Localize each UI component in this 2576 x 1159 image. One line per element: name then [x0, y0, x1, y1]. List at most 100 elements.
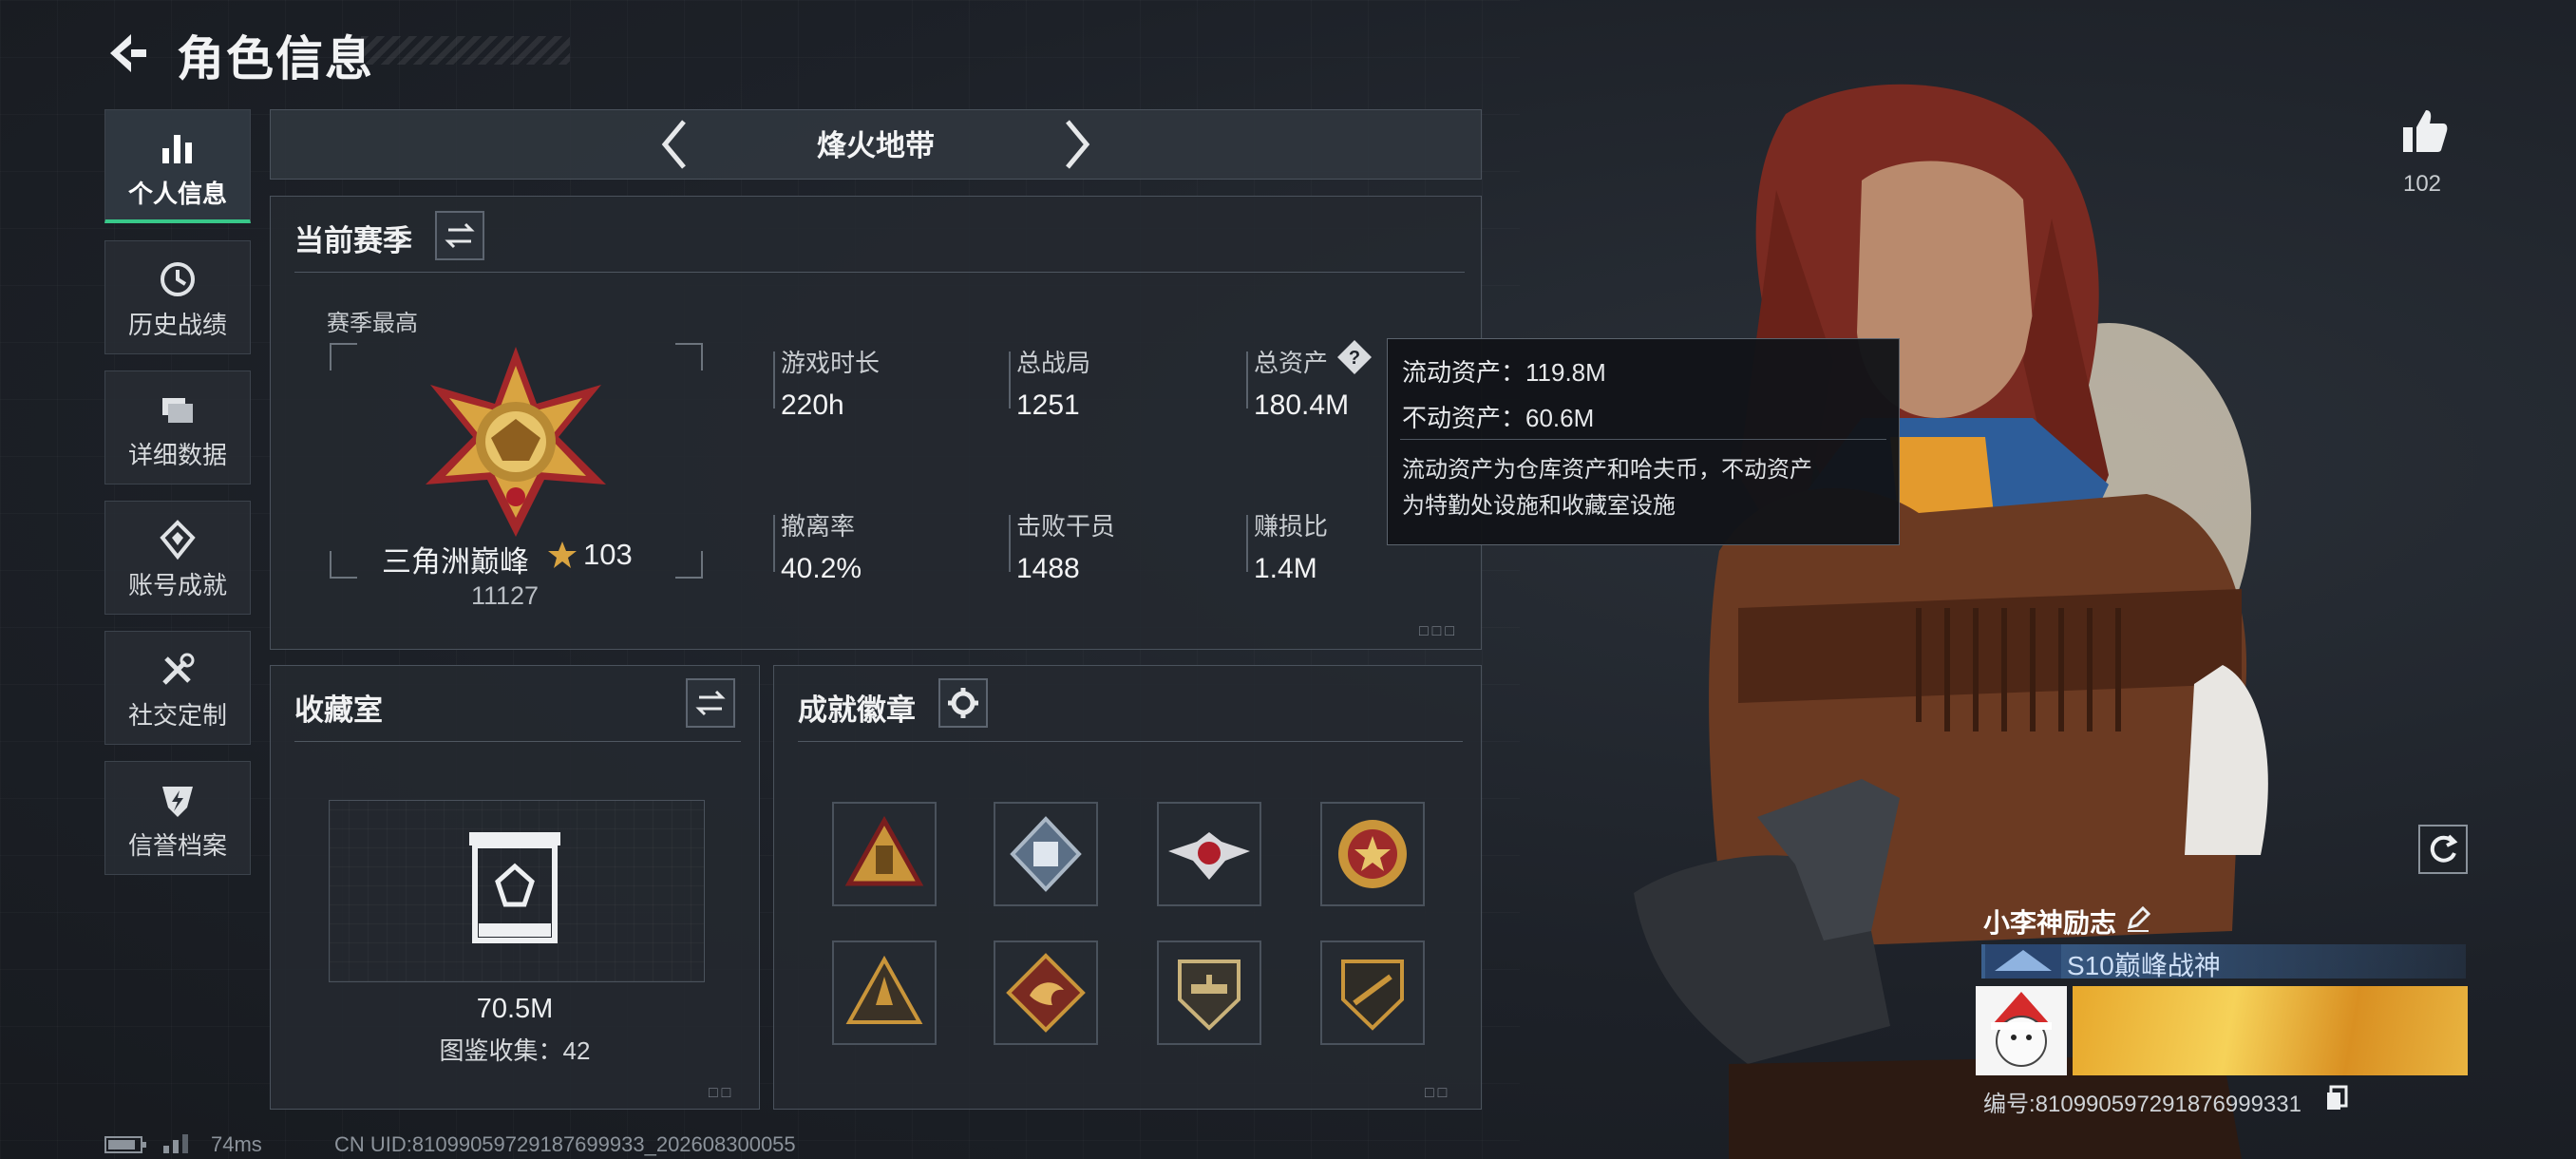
uid-text: CN UID:81099059729187699933_202608300055 — [334, 1132, 796, 1156]
divider — [294, 741, 741, 742]
stat-divider — [1246, 515, 1248, 572]
stat-value: 1251 — [1016, 390, 1080, 421]
signal-icon — [163, 1134, 188, 1153]
tooltip-description-line1: 流动资产为仓库资产和哈夫币，不动资产 — [1402, 457, 1812, 483]
stat-label: 撤离率 — [781, 512, 856, 541]
avatar[interactable] — [1976, 986, 2067, 1075]
tooltip-description-line2: 为特勤处设施和收藏室设施 — [1402, 493, 1676, 519]
title-badge-text: S10巅峰战神 — [2067, 951, 2221, 980]
stat-label: 赚损比 — [1254, 512, 1329, 541]
star-medal-badge-icon — [1338, 820, 1407, 888]
divider — [798, 741, 1463, 742]
achievement-badge[interactable] — [832, 940, 937, 1045]
bar-chart-icon — [162, 135, 192, 163]
sidebar-item-detailed-data[interactable]: 详细数据 — [104, 370, 251, 484]
title-emblem-icon — [1985, 944, 2061, 978]
tooltip-liquid-assets: 流动资产：119.8M — [1402, 358, 1606, 387]
stat-divider — [1246, 352, 1248, 408]
dragon-badge-icon — [1006, 953, 1086, 1033]
refresh-icon — [2430, 834, 2458, 863]
clock-history-icon — [161, 262, 195, 296]
gear-icon — [948, 688, 978, 718]
help-icon[interactable]: ? — [1335, 338, 1373, 376]
cube-badge-icon — [1010, 816, 1082, 892]
swap-icon — [695, 690, 726, 716]
season-panel-title: 当前赛季 — [294, 224, 412, 257]
avatar-santa-icon — [1991, 992, 2052, 1067]
mode-label: 烽火地带 — [817, 129, 935, 162]
achievement-badge[interactable] — [994, 940, 1098, 1045]
sidebar-item-label: 账号成就 — [127, 571, 227, 599]
rank-emblem-icon — [426, 347, 606, 537]
panel-corner-marks: □□ — [709, 1085, 735, 1101]
achievement-badge[interactable] — [1320, 802, 1425, 906]
winged-skull-badge-icon — [1168, 832, 1250, 880]
sidebar-item-personal-info[interactable]: 个人信息 — [104, 109, 251, 223]
achievement-badge[interactable] — [1320, 940, 1425, 1045]
sidebar-item-label: 详细数据 — [127, 441, 227, 469]
triangle-badge-icon — [844, 815, 924, 886]
stat-label: 击败干员 — [1016, 512, 1116, 541]
achievement-settings-button[interactable] — [938, 678, 988, 728]
sidebar-item-label: 社交定制 — [127, 701, 227, 730]
ping-indicator: 74ms — [211, 1132, 262, 1156]
player-name: 小李神励志 — [1983, 908, 2117, 938]
tooltip-fixed-assets: 不动资产：60.6M — [1402, 404, 1595, 432]
collection-panel-title: 收藏室 — [294, 694, 383, 727]
sidebar-item-social-custom[interactable]: 社交定制 — [104, 631, 251, 745]
season-switch-button[interactable] — [435, 211, 484, 260]
back-arrow-icon[interactable] — [103, 28, 152, 78]
sidebar-item-label: 历史战绩 — [127, 311, 227, 339]
stat-divider — [1009, 352, 1011, 408]
svg-text:?: ? — [1349, 348, 1360, 369]
tools-icon — [162, 653, 195, 685]
achievement-badge[interactable] — [1157, 802, 1261, 906]
achievement-panel-title: 成就徽章 — [798, 694, 916, 727]
achievement-badge[interactable] — [994, 802, 1098, 906]
diamond-badge-icon — [160, 520, 196, 560]
folder-icon — [162, 398, 193, 423]
collection-value: 70.5M — [476, 994, 554, 1024]
rocket-triangle-badge-icon — [845, 955, 923, 1024]
rank-stars: 103 — [583, 538, 633, 571]
panel-corner-marks: □□□ — [1419, 623, 1458, 639]
battery-icon — [104, 1136, 146, 1153]
rifle-shield-badge-icon — [1341, 960, 1404, 1031]
panel-corner-marks: □□ — [1425, 1085, 1451, 1101]
swap-icon — [445, 222, 475, 249]
stat-divider — [773, 515, 775, 572]
stat-label: 总资产 — [1254, 349, 1329, 377]
title-decoration — [361, 36, 570, 65]
stat-divider — [773, 352, 775, 408]
edit-icon[interactable] — [2124, 904, 2152, 933]
stat-value: 1.4M — [1254, 553, 1317, 584]
tooltip-divider — [1400, 439, 1886, 440]
vault-icon — [469, 832, 560, 943]
stat-label: 游戏时长 — [781, 349, 881, 377]
chevron-right-icon[interactable] — [1058, 116, 1096, 173]
helicopter-shield-badge-icon — [1178, 960, 1241, 1031]
profile-banner — [2073, 986, 2468, 1075]
sidebar-item-credit-file[interactable]: 信誉档案 — [104, 761, 251, 875]
achievement-badge[interactable] — [1157, 940, 1261, 1045]
stat-value: 1488 — [1016, 553, 1080, 584]
shield-bolt-icon — [162, 787, 193, 817]
refresh-button[interactable] — [2418, 825, 2468, 874]
stat-value: 180.4M — [1254, 390, 1350, 421]
thumbs-up-icon[interactable] — [2397, 104, 2451, 158]
stat-divider — [1009, 515, 1011, 572]
stat-value: 40.2% — [781, 553, 862, 584]
achievement-badge[interactable] — [832, 802, 937, 906]
collection-catalog-count: 图鉴收集：42 — [439, 1036, 591, 1065]
collection-switch-button[interactable] — [686, 678, 735, 728]
sidebar-item-label: 信誉档案 — [127, 831, 227, 860]
like-count: 102 — [2402, 171, 2442, 197]
sidebar-item-history[interactable]: 历史战绩 — [104, 240, 251, 354]
copy-icon[interactable] — [2325, 1085, 2348, 1112]
player-id: 编号:810990597291876999331 — [1983, 1092, 2301, 1117]
season-best-label: 赛季最高 — [327, 311, 418, 336]
rank-name: 三角洲巅峰 — [382, 545, 529, 579]
sidebar-item-label: 个人信息 — [127, 180, 227, 208]
page-title: 角色信息 — [177, 32, 374, 86]
sidebar-item-achievements[interactable]: 账号成就 — [104, 501, 251, 615]
